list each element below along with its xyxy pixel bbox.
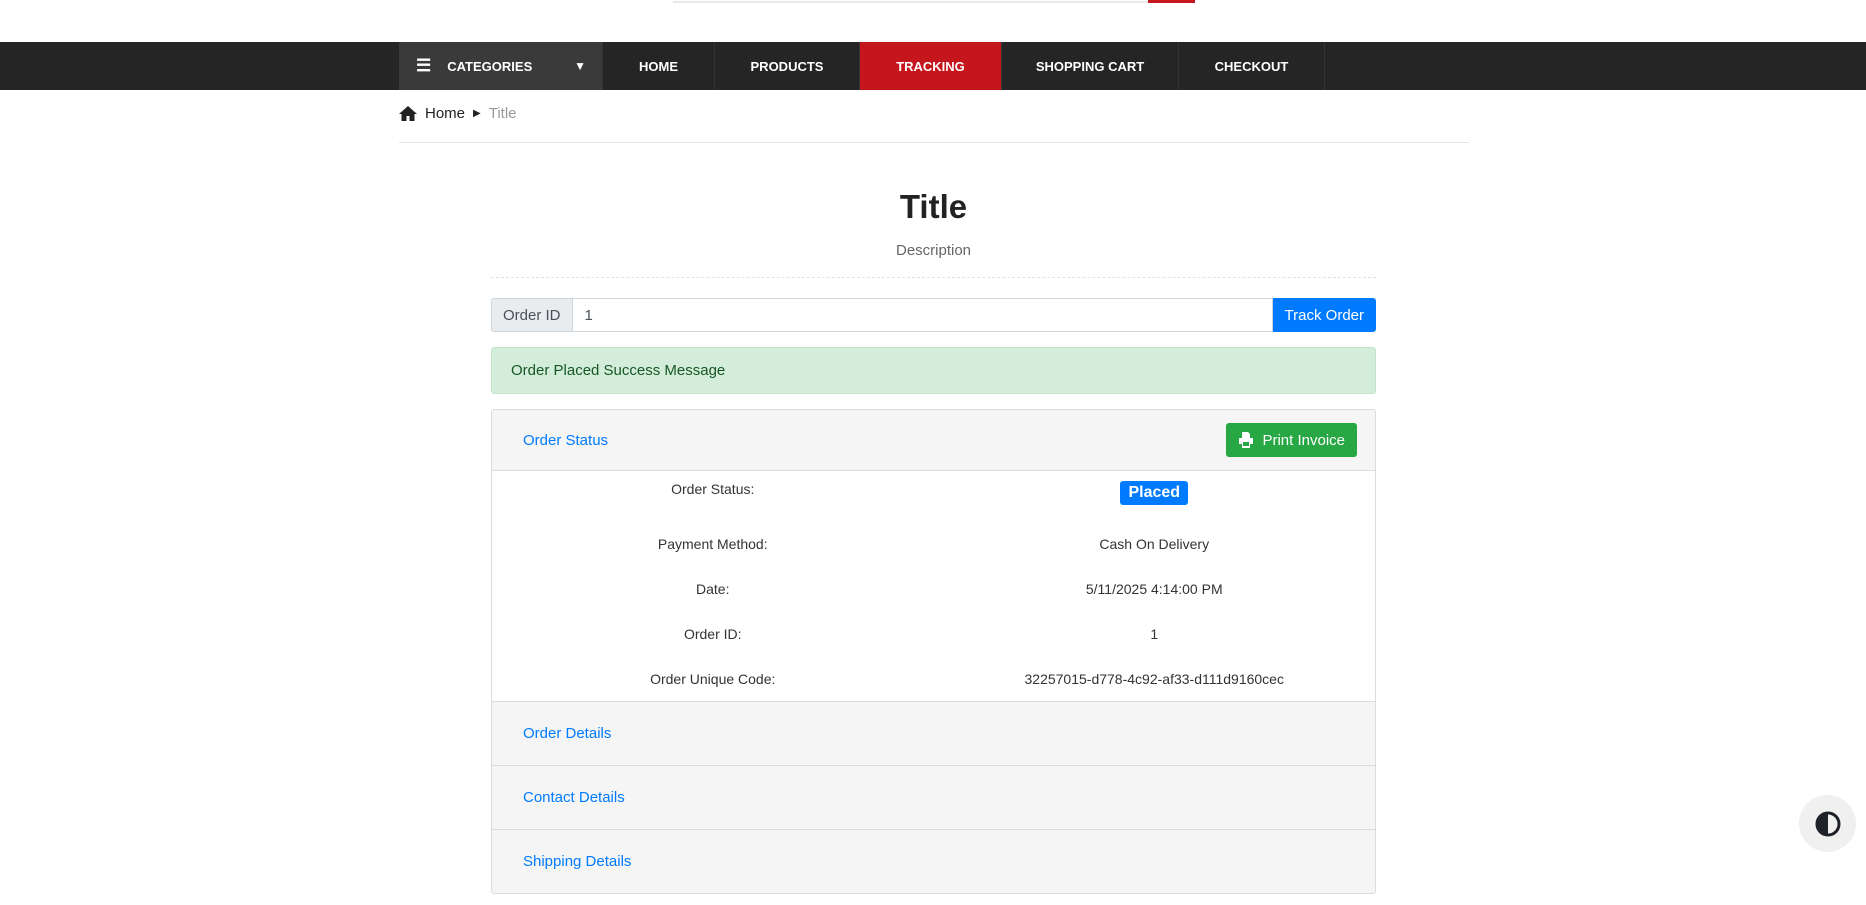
order-status-body: Order Status: Placed Payment Method: Cash … <box>492 471 1375 701</box>
order-status-header[interactable]: Order Status Print Invoice <box>492 410 1375 471</box>
theme-toggle-button[interactable] <box>1799 795 1856 852</box>
detail-value: 32257015-d778-4c92-af33-d111d9160cec <box>1024 671 1284 687</box>
detail-label: Date: <box>696 581 730 597</box>
success-alert: Order Placed Success Message <box>491 347 1376 394</box>
detail-value: 5/11/2025 4:14:00 PM <box>1085 581 1223 597</box>
detail-row: Date: 5/11/2025 4:14:00 PM <box>492 581 1375 597</box>
nav-checkout[interactable]: CHECKOUT <box>1179 42 1325 90</box>
page-title: Title <box>899 188 968 225</box>
search-button[interactable] <box>1148 0 1195 3</box>
order-details-header[interactable]: Order Details <box>492 701 1375 765</box>
caret-down-icon: ▼ <box>574 59 586 73</box>
detail-row: Order Status: Placed <box>492 481 1375 505</box>
nav-home[interactable]: HOME <box>603 42 715 90</box>
print-icon <box>1239 432 1254 448</box>
print-invoice-label: Print Invoice <box>1262 431 1345 449</box>
search-input[interactable] <box>673 0 1148 3</box>
detail-row: Order ID: 1 <box>492 626 1375 642</box>
categories-menu[interactable]: ☰ CATEGORIES ▼ <box>399 42 603 90</box>
categories-label: CATEGORIES <box>447 58 533 74</box>
detail-row: Order Unique Code: 32257015-d778-4c92-af3… <box>492 671 1375 687</box>
nav-products[interactable]: PRODUCTS <box>715 42 860 90</box>
contact-details-header[interactable]: Contact Details <box>492 765 1375 829</box>
breadcrumb-home[interactable]: Home <box>425 105 465 122</box>
print-invoice-button[interactable]: Print Invoice <box>1226 423 1357 457</box>
status-badge: Placed <box>1120 481 1189 505</box>
order-id-input[interactable] <box>571 298 1273 332</box>
detail-label: Order ID: <box>683 626 742 642</box>
menu-icon: ☰ <box>416 56 432 75</box>
divider <box>399 142 1469 143</box>
breadcrumb-current: Title <box>488 105 517 122</box>
nav-tracking[interactable]: TRACKING <box>860 42 1002 90</box>
detail-value: Cash On Delivery <box>1099 536 1210 552</box>
page-description: Description <box>895 242 972 259</box>
shipping-details-header[interactable]: Shipping Details <box>492 829 1375 893</box>
detail-row: Payment Method: Cash On Delivery <box>492 536 1375 552</box>
track-order-form: Order ID Track Order <box>491 298 1376 332</box>
nav-shopping-cart[interactable]: SHOPPING CART <box>1002 42 1179 90</box>
detail-label: Order Unique Code: <box>650 671 776 687</box>
main-nav: ☰ CATEGORIES ▼ HOME PRODUCTS TRACKING SH… <box>0 42 1866 90</box>
detail-value: 1 <box>1150 626 1159 642</box>
detail-label: Payment Method: <box>657 536 768 552</box>
home-icon <box>399 106 417 121</box>
divider <box>491 277 1376 278</box>
order-card: Order Status Print Invoice Order Status:… <box>491 409 1376 894</box>
caret-right-icon: ▶ <box>473 108 481 119</box>
order-id-label: Order ID <box>491 298 572 332</box>
track-order-button[interactable]: Track Order <box>1272 298 1376 332</box>
breadcrumb: Home ▶ Title <box>399 105 517 122</box>
detail-label: Order Status: <box>671 481 755 497</box>
order-status-heading[interactable]: Order Status <box>523 432 608 449</box>
contrast-icon <box>1815 811 1840 836</box>
